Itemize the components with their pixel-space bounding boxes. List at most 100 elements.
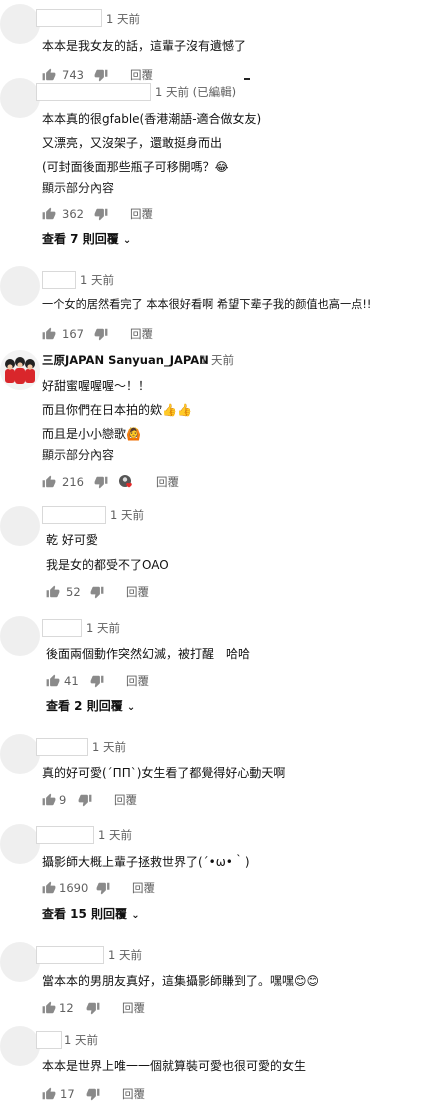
avatar[interactable]	[0, 616, 40, 656]
like-count: 743	[62, 68, 84, 82]
thumb-down-icon[interactable]	[90, 585, 104, 599]
reply-button[interactable]: 回覆	[122, 1000, 145, 1016]
reply-button[interactable]: 回覆	[126, 584, 149, 600]
thumb-up-icon[interactable]	[42, 207, 56, 221]
reply-button[interactable]: 回覆	[114, 792, 137, 808]
thumb-up-icon[interactable]	[42, 881, 56, 895]
comment-time[interactable]: 1 天前	[108, 947, 142, 963]
comment-actions: 52 回覆	[46, 584, 246, 600]
thumb-down-icon[interactable]	[94, 68, 108, 82]
avatar[interactable]	[0, 4, 40, 44]
channel-logo-icon	[0, 350, 40, 390]
like-count: 12	[59, 1001, 74, 1015]
avatar[interactable]	[0, 506, 40, 546]
show-more-link[interactable]: 顯示部分內容	[42, 180, 114, 196]
author-name-redacted	[36, 1031, 62, 1049]
reply-button[interactable]: 回覆	[122, 1086, 145, 1102]
thumb-up-icon[interactable]	[42, 68, 56, 82]
author-name-redacted	[36, 826, 94, 844]
view-replies-label: 查看 2 則回覆	[46, 699, 123, 713]
comment-text: 乾 好可愛	[46, 533, 98, 547]
comment-text: 攝影師大概上輩子拯救世界了(´•ω•｀)	[42, 855, 250, 869]
avatar[interactable]	[0, 1026, 40, 1066]
comment-time[interactable]: 1 天前 (已編輯)	[155, 84, 236, 100]
show-more-link[interactable]: 顯示部分內容	[42, 447, 114, 463]
thumb-up-icon[interactable]	[46, 674, 60, 688]
comment-time[interactable]: 1 天前	[98, 827, 132, 843]
comment-time[interactable]: 1 天前	[64, 1032, 98, 1048]
comment-text: 本本是世界上唯一一個就算裝可愛也很可愛的女生	[42, 1059, 307, 1073]
author-name-redacted	[36, 738, 88, 756]
thumb-down-icon[interactable]	[94, 207, 108, 221]
author-name-redacted	[36, 83, 151, 101]
comment-time[interactable]: 1 天前	[92, 739, 126, 755]
chevron-down-icon: ⌄	[131, 910, 140, 921]
like-count: 52	[66, 585, 81, 599]
creator-heart-icon	[119, 475, 132, 488]
chevron-down-icon: ⌄	[122, 235, 132, 246]
comment-text: 本本是我女友的話，這輩子沒有遺憾了	[42, 39, 247, 53]
reply-button[interactable]: 回覆	[130, 206, 153, 222]
author-name-redacted	[42, 506, 106, 524]
thumb-down-icon[interactable]	[86, 1087, 100, 1101]
comment-text: 又漂亮，又沒架子，還敢挺身而出	[42, 136, 223, 150]
comment-time[interactable]: 1 天前	[200, 352, 234, 368]
reply-button[interactable]: 回覆	[126, 673, 149, 689]
author-name-redacted	[36, 946, 104, 964]
comment-actions: 12 回覆	[42, 1000, 242, 1016]
reply-button[interactable]: 回覆	[130, 67, 153, 83]
comment-actions: 1690 回覆	[42, 880, 242, 896]
comment-actions: 17 回覆	[42, 1086, 242, 1102]
thumb-up-icon[interactable]	[42, 327, 56, 341]
thumb-down-icon[interactable]	[90, 674, 104, 688]
author-name[interactable]: 三原JAPAN Sanyuan_JAPAN	[42, 352, 209, 368]
comment-time[interactable]: 1 天前	[106, 11, 140, 27]
avatar[interactable]	[0, 78, 40, 118]
like-count: 1690	[59, 881, 89, 895]
reply-button[interactable]: 回覆	[130, 326, 153, 342]
avatar[interactable]	[0, 942, 40, 982]
view-replies-button[interactable]: 查看 7 則回覆 ⌄	[42, 231, 131, 249]
view-replies-button[interactable]: 查看 15 則回覆 ⌄	[42, 906, 140, 924]
view-replies-label: 查看 15 則回覆	[42, 907, 128, 921]
like-count: 216	[62, 475, 84, 489]
like-count: 167	[62, 327, 84, 341]
thumb-up-icon[interactable]	[42, 1001, 56, 1015]
thumb-down-icon[interactable]	[94, 475, 108, 489]
comment-text: 一个女的居然看完了 本本很好看啊 希望下辈子我的颜值也高一点!!	[42, 298, 372, 311]
thumb-up-icon[interactable]	[42, 1087, 56, 1101]
comment-actions: 743 回覆	[42, 67, 242, 83]
comment-time[interactable]: 1 天前	[80, 272, 114, 288]
thumb-up-icon[interactable]	[42, 475, 56, 489]
reply-button[interactable]: 回覆	[132, 880, 155, 896]
channel-avatar[interactable]	[0, 350, 40, 390]
like-count: 41	[64, 674, 79, 688]
comment-actions: 41 回覆	[46, 673, 246, 689]
avatar[interactable]	[0, 734, 40, 774]
comment-text: (可封面後面那些瓶子可移開嗎？😂	[42, 160, 229, 174]
thumb-down-icon[interactable]	[96, 881, 110, 895]
comment-actions: 9 回覆	[42, 792, 242, 808]
view-replies-button[interactable]: 查看 2 則回覆 ⌄	[46, 698, 135, 716]
avatar[interactable]	[0, 266, 40, 306]
view-replies-label: 查看 7 則回覆	[42, 232, 119, 246]
thumb-up-icon[interactable]	[42, 793, 56, 807]
comment-text: 後面兩個動作突然幻滅，被打醒 哈哈	[46, 647, 251, 661]
comment-actions: 167 回覆	[42, 326, 242, 342]
reply-button[interactable]: 回覆	[156, 474, 179, 490]
avatar[interactable]	[0, 824, 40, 864]
thumb-down-icon[interactable]	[78, 793, 92, 807]
comment-actions: 216 回覆	[42, 474, 262, 490]
comment-time[interactable]: 1 天前	[110, 507, 144, 523]
thumb-down-icon[interactable]	[86, 1001, 100, 1015]
comment-time[interactable]: 1 天前	[86, 620, 120, 636]
divider-mark	[244, 78, 250, 80]
thumb-up-icon[interactable]	[46, 585, 60, 599]
author-name-redacted	[42, 619, 82, 637]
like-count: 362	[62, 207, 84, 221]
comment-text: 而且是小小戀歌🙆	[42, 427, 141, 441]
thumb-down-icon[interactable]	[94, 327, 108, 341]
chevron-down-icon: ⌄	[126, 702, 136, 713]
like-count: 17	[60, 1087, 75, 1101]
comment-actions: 362 回覆	[42, 206, 242, 222]
